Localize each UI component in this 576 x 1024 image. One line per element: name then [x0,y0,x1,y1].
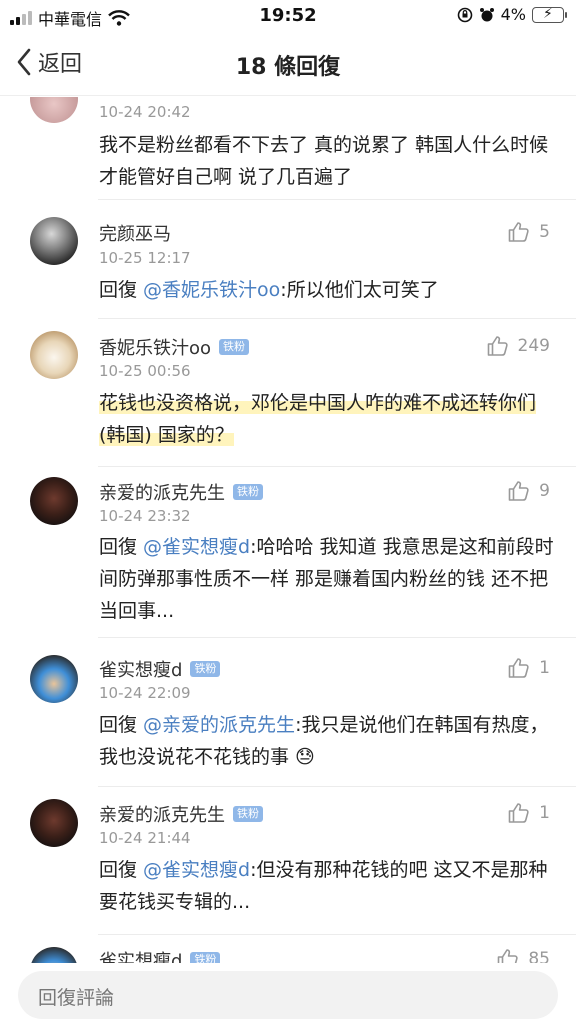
battery-icon: ⚡ [532,6,567,23]
thumbs-up-icon [508,222,529,242]
comment-time: 10-25 12:17 [99,249,191,267]
comment-text: 回復 @雀实想瘦d:哈哈哈 我知道 我意思是这和前段时间防弹那事性质不一样 那是… [99,536,554,622]
comment-username[interactable]: 亲爱的派克先生 铁粉 [99,479,263,505]
comment-text: 回復 @香妮乐铁汁oo:所以他们太可笑了 [99,279,439,301]
like-button[interactable]: 5 [507,220,550,244]
avatar[interactable] [30,331,78,379]
thumbs-up-icon [487,336,508,356]
comment-username[interactable]: 香妮乐铁汁oo 铁粉 [99,334,250,360]
reply-input[interactable]: 回復評論 [18,971,558,1019]
comment-text: 花钱也没资格说，邓伦是中国人咋的难不成还转你们 (韩国) 国家的？ [99,392,537,446]
reply-bar: 回復評論 [0,963,576,1024]
fan-badge: 铁粉 [233,806,263,822]
nav-bar: 返回 18 條回復 [0,32,576,96]
mention-link[interactable]: @雀实想瘦d [143,859,250,881]
like-count: 9 [539,481,550,501]
comment-item: 亲爱的派克先生 铁粉 10-24 23:32 9 回復 @雀实想瘦d:哈哈哈 我知… [0,467,576,637]
like-count: 1 [539,803,550,823]
avatar[interactable] [30,477,78,525]
status-right: 4% ⚡ [457,5,567,24]
orientation-lock-icon [457,7,472,22]
fan-badge: 铁粉 [190,661,221,677]
thumbs-up-icon [508,481,529,501]
thumbs-up-icon [508,803,529,823]
like-button[interactable]: 249 [486,334,550,358]
avatar[interactable] [30,217,78,265]
comment-item: 10-24 20:42 我不是粉丝都看不下去了 真的说累了 韩国人什么时候才能管… [0,97,576,199]
alarm-icon [479,7,494,21]
fan-badge: 铁粉 [219,339,250,355]
comment-time: 10-25 00:56 [99,362,191,380]
like-count: 1 [539,658,550,678]
comment-list[interactable]: 10-24 20:42 我不是粉丝都看不下去了 真的说累了 韩国人什么时候才能管… [0,97,576,963]
comment-text: 回復 @亲爱的派克先生:我只是说他们在韩国有热度，我也没说花不花钱的事 😓 [99,714,549,768]
battery-percent: 4% [500,5,526,24]
comment-item: 雀实想瘦d 铁粉 10-24 22:09 1 回復 @亲爱的派克先生:我只是说他们… [0,638,576,785]
comment-item: 亲爱的派克先生 铁粉 10-24 21:44 1 回復 @雀实想瘦d:但没有那种花… [0,787,576,933]
like-button[interactable]: 1 [507,801,550,825]
comment-text: 我不是粉丝都看不下去了 真的说累了 韩国人什么时候才能管好自己啊 说了几百遍了 [99,134,549,188]
status-bar: 中華電信 19:52 4% ⚡ [0,0,576,32]
fan-badge: 铁粉 [190,952,221,963]
comment-item: 完颜巫马 10-25 12:17 5 回復 @香妮乐铁汁oo:所以他们太可笑了 [0,200,576,318]
thumbs-up-icon [508,658,529,678]
fan-badge: 铁粉 [233,484,263,500]
comment-time: 10-24 21:44 [99,829,191,847]
like-button[interactable]: 9 [507,479,550,503]
avatar[interactable] [30,655,78,703]
avatar[interactable] [30,947,78,963]
mention-link[interactable]: @亲爱的派克先生 [143,714,295,736]
comment-item: 香妮乐铁汁oo 铁粉 10-25 00:56 249 花钱也没资格说，邓伦是中国人… [0,319,576,466]
like-button[interactable]: 85 [496,947,550,963]
avatar[interactable] [30,799,78,847]
mention-link[interactable]: @雀实想瘦d [143,536,250,558]
thumbs-up-icon [498,949,519,963]
comment-time: 10-24 20:42 [99,103,191,121]
comment-username[interactable]: 雀实想瘦d 铁粉 [99,656,221,682]
comment-username[interactable]: 雀实想瘦d 铁粉 [99,947,221,963]
comment-time: 10-24 23:32 [99,507,191,525]
comment-time: 10-24 22:09 [99,684,191,702]
comment-item: 雀实想瘦d 铁粉 85 [0,935,576,963]
comment-text: 回復 @雀实想瘦d:但没有那种花钱的吧 这又不是那种要花钱买专辑的... [99,859,548,913]
mention-link[interactable]: @香妮乐铁汁oo [143,279,280,301]
page-title: 18 條回復 [235,55,341,80]
like-count: 249 [517,336,550,356]
comment-username[interactable]: 完颜巫马 [99,220,171,246]
like-count: 85 [528,949,550,963]
comment-username[interactable]: 亲爱的派克先生 铁粉 [99,801,263,827]
like-count: 5 [539,222,550,242]
like-button[interactable]: 1 [507,656,550,680]
avatar[interactable] [30,97,78,123]
